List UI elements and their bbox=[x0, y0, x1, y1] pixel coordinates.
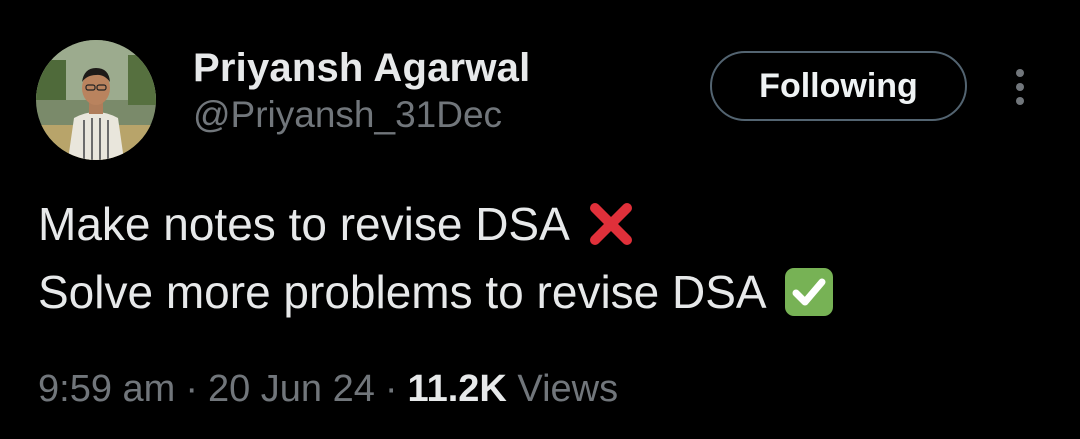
tweet-time[interactable]: 9:59 am bbox=[38, 368, 175, 410]
views-label: Views bbox=[517, 368, 619, 410]
meta-separator: · bbox=[185, 368, 198, 410]
avatar[interactable] bbox=[36, 40, 156, 160]
cross-mark-icon bbox=[586, 199, 636, 249]
tweet-line-text: Make notes to revise DSA bbox=[38, 198, 570, 250]
meta-separator: · bbox=[384, 368, 398, 410]
tweet-meta: 9:59 am · 20 Jun 24 · 11.2K Views bbox=[38, 364, 618, 414]
views-count: 11.2K bbox=[407, 368, 507, 410]
user-handle[interactable]: @Priyansh_31Dec bbox=[193, 92, 530, 138]
following-button[interactable]: Following bbox=[710, 51, 967, 121]
more-vertical-icon[interactable] bbox=[1006, 66, 1034, 108]
tweet-card: Priyansh Agarwal @Priyansh_31Dec Followi… bbox=[0, 0, 1080, 439]
tweet-line-2: Solve more problems to revise DSA bbox=[38, 258, 835, 326]
tweet-line-1: Make notes to revise DSA bbox=[38, 190, 835, 258]
tweet-line-text: Solve more problems to revise DSA bbox=[38, 266, 767, 318]
tweet-date[interactable]: 20 Jun 24 bbox=[208, 368, 375, 410]
check-mark-button-icon bbox=[783, 266, 835, 318]
display-name[interactable]: Priyansh Agarwal bbox=[193, 44, 530, 92]
tweet-text: Make notes to revise DSA Solve more prob… bbox=[38, 190, 835, 326]
avatar-photo bbox=[36, 40, 156, 160]
user-info: Priyansh Agarwal @Priyansh_31Dec bbox=[193, 44, 530, 138]
